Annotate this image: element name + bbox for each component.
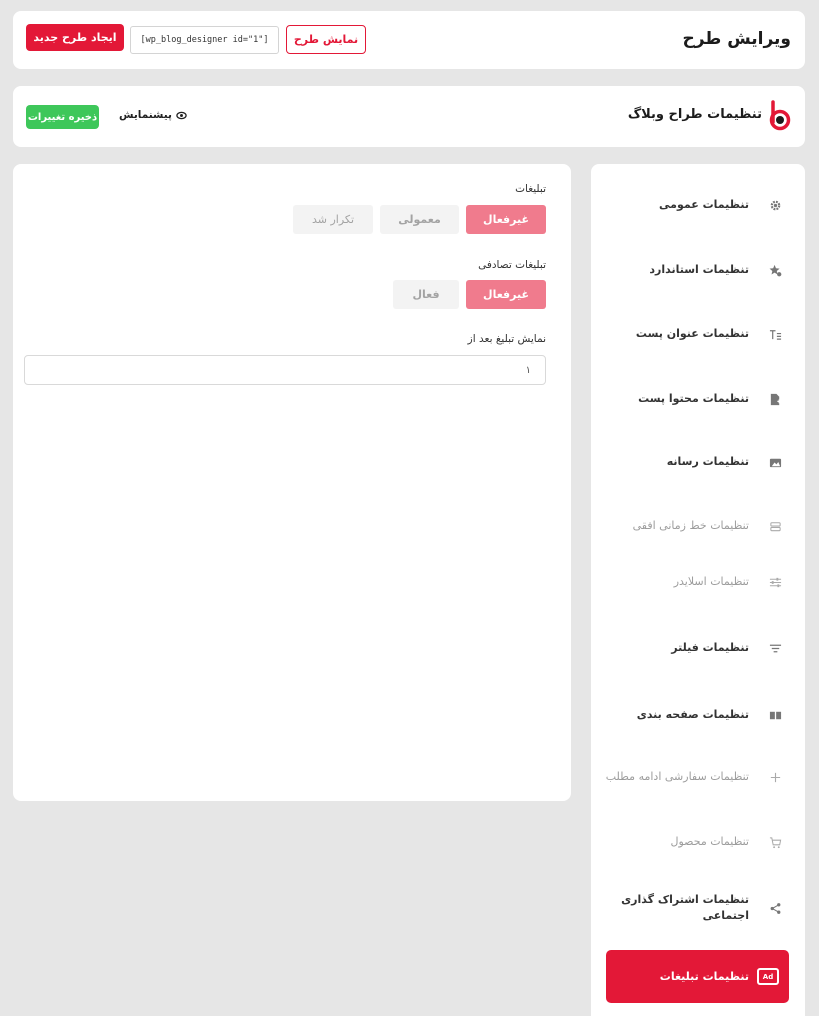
sidebar-item-label: تنظیمات اسلایدر <box>673 575 749 589</box>
save-changes-button[interactable]: ذخیره تغییرات <box>26 105 99 129</box>
sidebar-item-label: تنظیمات اشتراک گذاری اجتماعی <box>621 893 749 922</box>
preview-label: پیشنمایش <box>119 109 172 121</box>
ads-label: تبلیغات <box>515 183 546 195</box>
timeline-icon <box>769 521 781 531</box>
page-title: ویرایش طرح <box>682 29 791 49</box>
sidebar-item-timeline[interactable]: تنظیمات خط زمانی افقی <box>591 512 805 540</box>
cart-icon <box>769 836 781 848</box>
preview-link[interactable]: پیشنمایش <box>119 109 187 121</box>
document-add-icon <box>770 393 781 405</box>
sidebar-item-label: تنظیمات فیلتر <box>671 641 749 655</box>
slider-icon <box>769 577 781 587</box>
media-folder-icon <box>769 458 781 467</box>
random-ads-option-enabled[interactable]: فعال <box>393 280 459 309</box>
sidebar-item-social-share[interactable]: تنظیمات اشتراک گذاری اجتماعی <box>591 888 805 928</box>
sidebar-item-slider[interactable]: تنظیمات اسلایدر <box>591 568 805 596</box>
sidebar-item-label: تنظیمات استاندارد <box>649 263 749 277</box>
sidebar-item-ads[interactable]: تنظیمات تبلیغات Ad <box>606 950 789 1003</box>
title-icon <box>769 329 781 340</box>
show-after-input[interactable]: ۱ <box>24 355 546 385</box>
settings-sidebar: تنظیمات عمومی تنظیمات استاندارد تنظیمات … <box>591 164 805 1016</box>
sidebar-item-label: تنظیمات محصول <box>670 835 750 849</box>
sidebar-item-product[interactable]: تنظیمات محصول <box>591 828 805 856</box>
sidebar-item-label: تنظیمات سفارشی ادامه مطلب <box>605 770 749 784</box>
ads-settings-panel: تبلیغات غیرفعال معمولی تکرار شد تبلیغات … <box>13 164 571 801</box>
sidebar-item-label: تنظیمات عنوان پست <box>635 327 749 341</box>
page-header: ویرایش طرح ایجاد طرح جدید [wp_blog_desig… <box>13 11 805 69</box>
share-icon <box>770 902 780 914</box>
shortcode-field[interactable]: [wp_blog_designer id="1"] <box>130 26 279 54</box>
show-after-label: نمایش تبلیغ بعد از <box>467 333 546 345</box>
sidebar-item-post-title[interactable]: تنظیمات عنوان پست <box>591 320 805 348</box>
sidebar-item-label: تنظیمات صفحه بندی <box>636 708 749 722</box>
sidebar-item-filter[interactable]: تنظیمات فیلتر <box>591 634 805 662</box>
random-ads-option-disabled[interactable]: غیرفعال <box>466 280 546 309</box>
sidebar-item-media[interactable]: تنظیمات رسانه <box>591 448 805 476</box>
sidebar-item-label: تنظیمات رسانه <box>666 455 749 469</box>
filter-icon <box>769 644 781 652</box>
gear-icon <box>770 200 780 210</box>
ad-icon: Ad <box>757 968 779 985</box>
new-design-button[interactable]: ایجاد طرح جدید <box>26 24 124 51</box>
ads-option-repeated[interactable]: تکرار شد <box>293 205 373 234</box>
preview-design-button[interactable]: نمایش طرح <box>286 25 366 54</box>
plus-icon <box>770 772 780 782</box>
sidebar-item-read-more[interactable]: تنظیمات سفارشی ادامه مطلب <box>591 763 805 791</box>
ads-option-disabled[interactable]: غیرفعال <box>466 205 546 234</box>
sidebar-item-general[interactable]: تنظیمات عمومی <box>591 191 805 219</box>
plugin-name: تنظیمات طراح وبلاگ <box>627 107 762 122</box>
ads-option-normal[interactable]: معمولی <box>380 205 459 234</box>
eye-icon <box>176 111 187 119</box>
star-settings-icon <box>769 264 781 276</box>
sidebar-item-post-content[interactable]: تنظیمات محتوا پست <box>591 385 805 413</box>
sidebar-item-label: تنظیمات عمومی <box>659 198 749 212</box>
sidebar-item-label: تنظیمات محتوا پست <box>638 392 749 406</box>
sidebar-item-label: تنظیمات تبلیغات <box>659 970 749 983</box>
plugin-bar: تنظیمات طراح وبلاگ پیشنمایش ذخیره تغییرا… <box>13 86 805 147</box>
sidebar-item-pagination[interactable]: تنظیمات صفحه بندی <box>591 701 805 729</box>
sidebar-item-label: تنظیمات خط زمانی افقی <box>632 519 749 533</box>
pagination-icon <box>769 711 781 719</box>
sidebar-item-standard[interactable]: تنظیمات استاندارد <box>591 256 805 284</box>
random-ads-label: تبلیغات تصادفی <box>478 259 546 271</box>
blog-designer-logo <box>769 100 791 131</box>
